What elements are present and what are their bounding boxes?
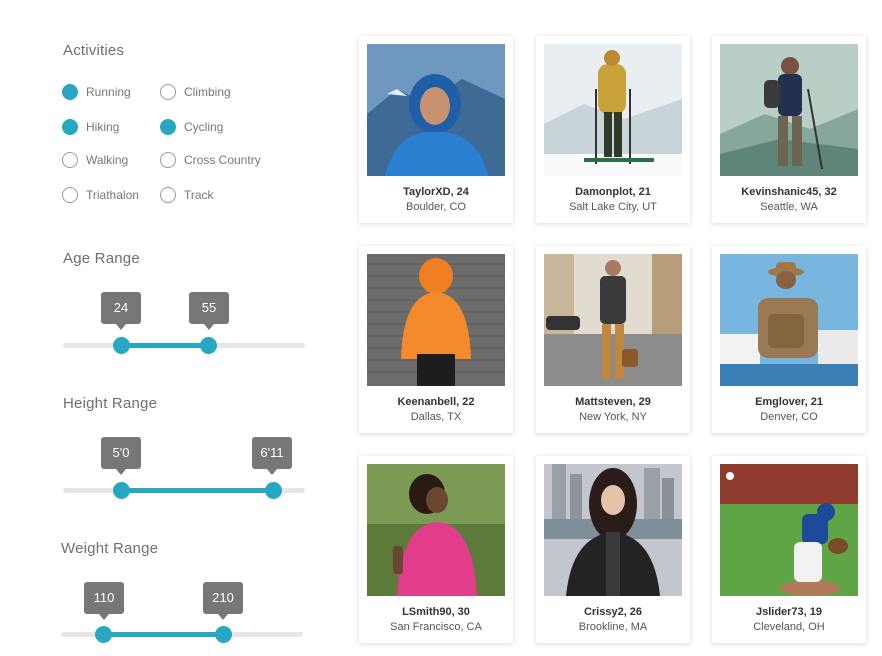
profile-name: Emglover, 21 [755,396,823,408]
age-min-tooltip: 24 [101,292,141,330]
profile-card[interactable]: TaylorXD, 24 Boulder, CO [359,36,513,223]
age-max-handle[interactable] [200,337,217,354]
weight-range-title: Weight Range [61,540,159,557]
activity-label: Cross Country [184,153,261,167]
activity-option-hiking[interactable]: Hiking [62,117,119,137]
profile-location: New York, NY [579,411,647,423]
age-range-title: Age Range [63,250,140,267]
activity-label: Walking [86,153,129,167]
profile-location: Boulder, CO [406,201,466,213]
height-max-tooltip: 6'11 [252,437,292,475]
age-slider-fill [121,343,209,348]
profile-photo [544,254,682,386]
activity-label: Hiking [86,120,120,134]
weight-min-tooltip: 110 [84,582,124,620]
profile-location: Seattle, WA [760,201,818,213]
radio-selected[interactable] [62,119,78,135]
profile-photo [544,44,682,176]
activity-label: Triathalon [86,188,139,202]
profile-location: Denver, CO [760,411,818,423]
profile-photo [720,44,858,176]
activity-option-track[interactable]: Track [160,185,214,205]
radio-unselected[interactable] [160,152,176,168]
height-slider-fill [121,488,274,493]
activity-label: Track [184,188,214,202]
activities-title: Activities [63,42,125,59]
height-max-handle[interactable] [265,482,282,499]
radio-selected[interactable] [62,84,78,100]
radio-selected[interactable] [160,119,176,135]
activity-option-triathalon[interactable]: Triathalon [62,185,139,205]
weight-min-handle[interactable] [95,626,112,643]
activity-label: Cycling [184,120,224,134]
radio-unselected[interactable] [62,187,78,203]
height-min-tooltip: 5'0 [101,437,141,475]
activity-option-cycling[interactable]: Cycling [160,117,223,137]
activity-option-cross-country[interactable]: Cross Country [160,150,261,170]
profile-card[interactable]: Mattsteven, 29 New York, NY [536,246,690,433]
profile-card[interactable]: LSmith90, 30 San Francisco, CA [359,456,513,643]
profile-name: Crissy2, 26 [583,606,643,618]
profile-location: San Francisco, CA [390,621,482,633]
radio-unselected[interactable] [62,152,78,168]
height-range-title: Height Range [63,395,158,412]
radio-unselected[interactable] [160,84,176,100]
profile-location: Brookline, MA [578,621,648,633]
profile-name: Kevinshanic45, 32 [741,186,837,198]
weight-max-tooltip: 210 [203,582,243,620]
profile-name: LSmith90, 30 [402,606,470,618]
profile-photo [720,254,858,386]
profile-card[interactable]: Damonplot, 21 Salt Lake City, UT [536,36,690,223]
profile-location: Dallas, TX [410,411,462,423]
radio-unselected[interactable] [160,187,176,203]
profile-name: Keenanbell, 22 [397,396,475,408]
age-min-handle[interactable] [113,337,130,354]
weight-slider-fill [103,632,223,637]
profile-name: Mattsteven, 29 [575,396,651,408]
profile-photo [367,44,505,176]
age-max-tooltip: 55 [189,292,229,330]
activity-label: Climbing [184,85,231,99]
profile-name: Damonplot, 21 [575,186,651,198]
profile-card[interactable]: Emglover, 21 Denver, CO [712,246,866,433]
profile-photo [367,254,505,386]
profile-photo [720,464,858,596]
profile-photo [544,464,682,596]
activity-option-walking[interactable]: Walking [62,150,128,170]
profile-card[interactable]: Jslider73, 19 Cleveland, OH [712,456,866,643]
activity-option-running[interactable]: Running [62,82,131,102]
profile-location: Salt Lake City, UT [569,201,657,213]
profile-name: TaylorXD, 24 [403,186,469,198]
profile-card[interactable]: Kevinshanic45, 32 Seattle, WA [712,36,866,223]
activity-option-climbing[interactable]: Climbing [160,82,231,102]
profile-card[interactable]: Crissy2, 26 Brookline, MA [536,456,690,643]
profile-photo [367,464,505,596]
profile-card[interactable]: Keenanbell, 22 Dallas, TX [359,246,513,433]
weight-max-handle[interactable] [215,626,232,643]
profile-location: Cleveland, OH [753,621,825,633]
height-min-handle[interactable] [113,482,130,499]
profile-name: Jslider73, 19 [755,606,823,618]
activity-label: Running [86,85,131,99]
